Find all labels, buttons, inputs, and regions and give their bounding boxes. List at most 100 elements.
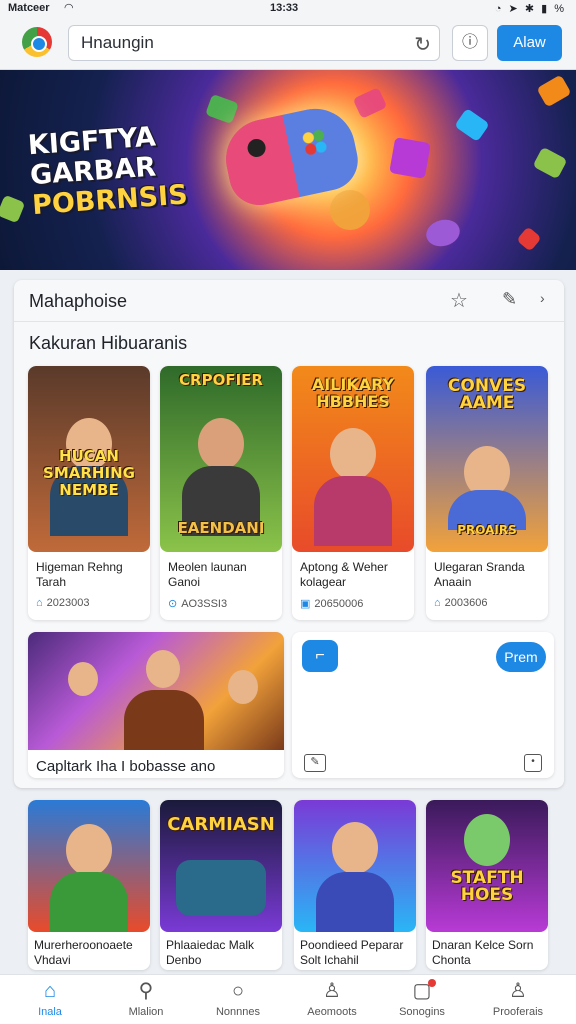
url-input[interactable] bbox=[81, 32, 401, 54]
allow-button[interactable]: Alaw bbox=[497, 25, 562, 61]
premium-button[interactable]: Prem bbox=[496, 642, 546, 672]
decor-block bbox=[205, 93, 239, 125]
character-body bbox=[314, 476, 392, 546]
featured-card[interactable]: Capltark Iha I bobasse ano bbox=[28, 632, 284, 778]
nav-label: Mlalion bbox=[128, 1006, 164, 1018]
clock: 13:33 bbox=[270, 2, 299, 14]
game-card[interactable]: AILIKARY HBBHES Aptong & Weher kolagear … bbox=[292, 366, 414, 620]
vehicle-shape bbox=[176, 860, 266, 916]
hero-banner[interactable]: KIGFTYA GARBAR POBRNSIS bbox=[0, 70, 576, 270]
character-face bbox=[330, 428, 376, 480]
nav-item-search[interactable]: ⚲ Mlalion bbox=[96, 979, 196, 1023]
address-bar[interactable]: ↻ bbox=[68, 25, 440, 61]
game-name: Phlaaiedac Malk Denbo bbox=[166, 938, 255, 967]
game-card[interactable]: CARMIASN Phlaaiedac Malk Denbo bbox=[160, 800, 282, 970]
nav-label: Sonogins bbox=[399, 1006, 445, 1018]
game-cover-image bbox=[28, 800, 150, 932]
nav-item-home[interactable]: ⌂ Inala bbox=[0, 979, 100, 1023]
game-meta-value: AO3SSI3 bbox=[181, 598, 228, 610]
game-cover-image: HUCAN SMARHING NEMBE bbox=[28, 366, 150, 552]
game-cover-image: AILIKARY HBBHES bbox=[292, 366, 414, 552]
notification-badge bbox=[428, 979, 436, 987]
nav-item-profile[interactable]: ♙ Prooferais bbox=[468, 979, 568, 1023]
decor-block bbox=[532, 146, 568, 180]
game-card[interactable]: Murerheroonoaete Vhdavi bbox=[28, 800, 150, 970]
cover-title: AILIKARY HBBHES bbox=[311, 375, 395, 411]
home-icon: ⌂ bbox=[434, 597, 441, 609]
browser-toolbar: ↻ ⓘ Alaw bbox=[0, 18, 576, 70]
game-cover-image: STAFTH HOES bbox=[426, 800, 548, 932]
decor-block bbox=[423, 216, 463, 250]
game-card[interactable]: HUCAN SMARHING NEMBE Higeman Rehng Tarah… bbox=[28, 366, 150, 620]
game-name: Dnaran Kelce Sorn Chonta bbox=[432, 938, 534, 967]
premium-card: ⌐ Prem ✎ • bbox=[292, 632, 554, 778]
hero-title: KIGFTYA GARBAR POBRNSIS bbox=[27, 121, 189, 221]
bottom-navigation: ⌂ Inala ⚲ Mlalion ○ Nonnnes ♙ Aeomoots ▢… bbox=[0, 974, 576, 1024]
game-cover-image: CARMIASN bbox=[160, 800, 282, 932]
game-name: Ulegaran Sranda Anaain bbox=[434, 560, 525, 589]
cover-title: HUCAN SMARHING NEMBE bbox=[43, 447, 135, 499]
character-face bbox=[68, 662, 98, 696]
reload-icon[interactable]: ↻ bbox=[414, 32, 431, 57]
decor-block bbox=[352, 87, 388, 119]
flag-icon[interactable]: ⌐ bbox=[302, 640, 338, 672]
game-name: Higeman Rehng Tarah bbox=[36, 560, 123, 589]
notification-icon: ▢ bbox=[372, 979, 472, 1003]
panel-title: Mahaphoise bbox=[29, 291, 128, 311]
home-icon: ⌂ bbox=[43, 980, 57, 1002]
character-body bbox=[124, 690, 204, 750]
cover-subtitle: PROAIRS bbox=[457, 523, 517, 537]
featured-caption: Capltark Iha I bobasse ano bbox=[36, 758, 216, 775]
game-card[interactable]: CONVES AAME PROAIRS Ulegaran Sranda Anaa… bbox=[426, 366, 548, 620]
status-bar: Matceer ◠ 13:33 ◔ ➤ ✱ ▮ % bbox=[0, 0, 576, 18]
game-meta: ⌂ 2023003 bbox=[36, 597, 89, 609]
game-meta: ⌂ 2003606 bbox=[434, 597, 487, 609]
cover-title: CONVES AAME bbox=[447, 376, 527, 413]
star-icon[interactable]: ☆ bbox=[450, 288, 468, 313]
section-title: Kakuran Hibuaranis bbox=[29, 333, 188, 353]
character-body bbox=[316, 872, 394, 932]
game-meta: ▣ 20650006 bbox=[300, 597, 363, 610]
nav-item-notifications[interactable]: ▢ Sonogins bbox=[372, 979, 472, 1023]
game-card[interactable]: STAFTH HOES Dnaran Kelce Sorn Chonta bbox=[426, 800, 548, 970]
game-name: Meolen launan Ganoi bbox=[168, 560, 247, 589]
game-meta: ⊙ AO3SSI3 bbox=[168, 597, 227, 610]
info-button[interactable]: ⓘ bbox=[452, 25, 488, 61]
profile-icon: ♙ bbox=[509, 980, 527, 1002]
share-icon[interactable]: ✎ bbox=[502, 289, 517, 310]
home-icon: ⌂ bbox=[36, 597, 43, 609]
info-icon: ⓘ bbox=[461, 34, 478, 51]
game-name: Aptong & Weher kolagear bbox=[300, 560, 388, 589]
chat-icon: ○ bbox=[231, 980, 245, 1002]
nav-item-chat[interactable]: ○ Nonnnes bbox=[188, 979, 288, 1023]
browser-logo-icon[interactable] bbox=[22, 27, 52, 57]
character-face bbox=[66, 824, 112, 876]
cover-title: CRPOFIER bbox=[179, 371, 263, 389]
status-icons: ◔ ➤ ✱ ▮ % bbox=[494, 3, 566, 15]
game-cover-image: CONVES AAME PROAIRS bbox=[426, 366, 548, 552]
game-cover-image bbox=[294, 800, 416, 932]
user-pin-icon: ♙ bbox=[323, 980, 341, 1002]
game-meta-value: 20650006 bbox=[314, 598, 364, 610]
panel-header: Mahaphoise ☆ ✎ › bbox=[14, 280, 564, 322]
game-meta-value: 2003606 bbox=[444, 597, 488, 609]
carrier-name: Matceer bbox=[8, 2, 50, 14]
decor-block bbox=[516, 226, 542, 252]
featured-image bbox=[28, 632, 284, 750]
nav-item-account[interactable]: ♙ Aeomoots bbox=[282, 979, 382, 1023]
game-card[interactable]: CRPOFIER EAENDANI Meolen launan Ganoi ⊙ A… bbox=[160, 366, 282, 620]
decor-block bbox=[454, 107, 490, 143]
nav-label: Nonnnes bbox=[215, 1006, 261, 1018]
checkbox-icon[interactable]: • bbox=[524, 754, 542, 772]
character-face bbox=[198, 418, 244, 470]
chevron-right-icon[interactable]: › bbox=[540, 290, 545, 306]
edit-icon[interactable]: ✎ bbox=[304, 754, 326, 772]
decor-block bbox=[330, 190, 370, 230]
character-body bbox=[50, 872, 128, 932]
info-icon: ⊙ bbox=[168, 598, 178, 610]
cover-title: CARMIASN bbox=[167, 814, 275, 835]
character-face bbox=[228, 670, 258, 704]
marketplace-panel: Mahaphoise ☆ ✎ › Kakuran Hibuaranis HUCA… bbox=[14, 280, 564, 788]
game-meta-value: 2023003 bbox=[46, 597, 90, 609]
game-card[interactable]: Poondieed Peparar Solt Ichahil bbox=[294, 800, 416, 970]
